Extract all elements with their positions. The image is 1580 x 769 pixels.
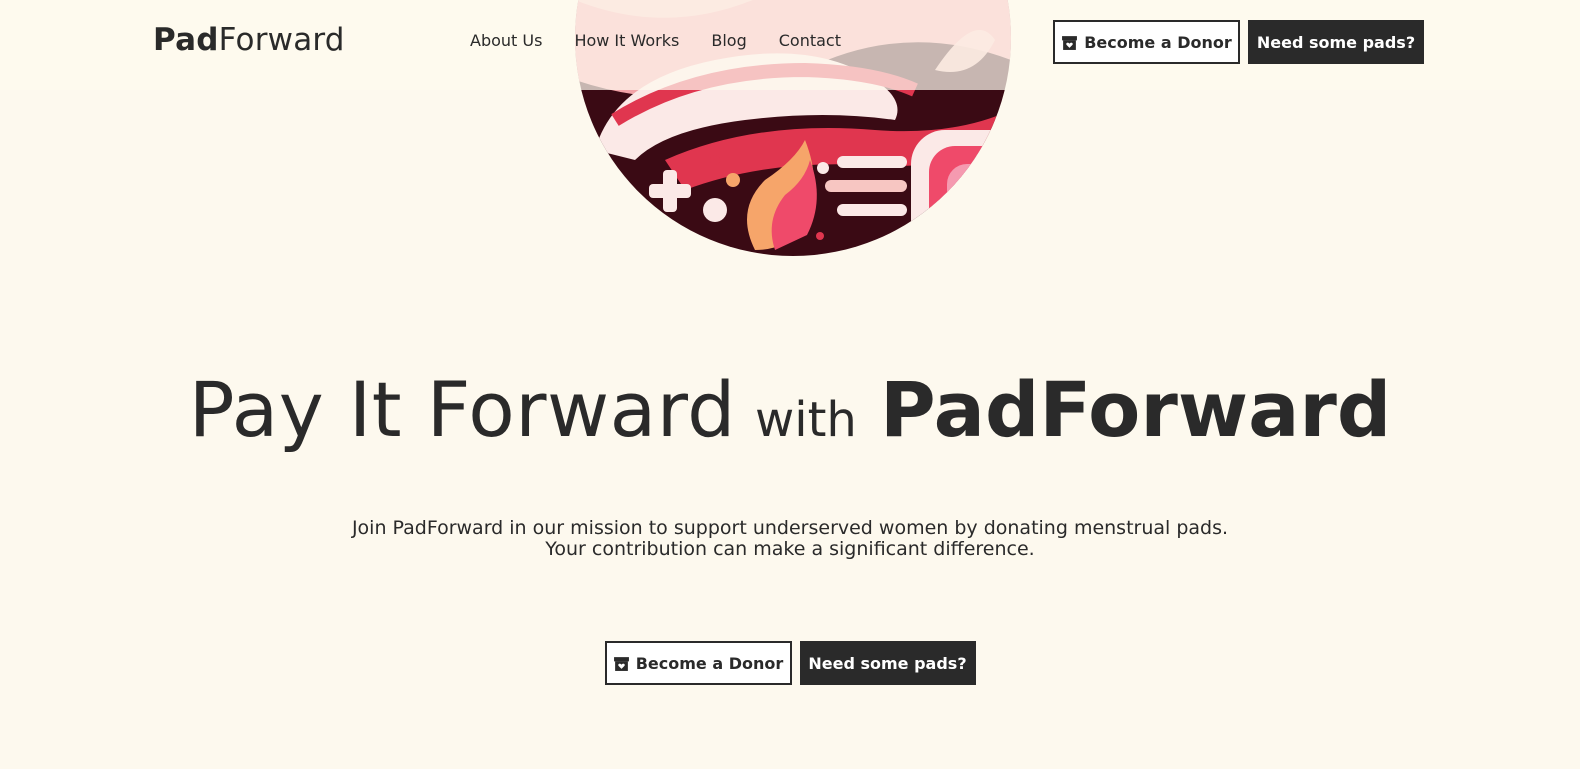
headline-brand: PadForward <box>880 365 1392 454</box>
header-need-pads-label: Need some pads? <box>1256 32 1416 52</box>
hero-cta-row: Become a Donor Need some pads? <box>0 641 1580 685</box>
hero-become-donor-label: Become a Donor <box>635 653 784 673</box>
hero-subtitle: Join PadForward in our mission to suppor… <box>0 518 1580 560</box>
hero-need-pads-label: Need some pads? <box>808 653 967 673</box>
logo[interactable]: PadForward <box>153 22 345 58</box>
header-become-donor-button[interactable]: Become a Donor <box>1053 20 1240 64</box>
hero-need-pads-button[interactable]: Need some pads? <box>799 641 976 685</box>
nav-about-us[interactable]: About Us <box>470 31 542 50</box>
hero-become-donor-button[interactable]: Become a Donor <box>604 641 792 685</box>
logo-light: Forward <box>218 22 345 58</box>
logo-bold: Pad <box>153 22 219 58</box>
subtitle-line-1: Join PadForward in our mission to suppor… <box>351 517 1229 539</box>
header-become-donor-label: Become a Donor <box>1084 32 1232 52</box>
nav-blog[interactable]: Blog <box>711 31 746 50</box>
headline-main: Pay It Forward <box>188 365 736 454</box>
site-header: PadForward About Us How It Works Blog Co… <box>0 0 1580 90</box>
nav-how-it-works[interactable]: How It Works <box>574 31 679 50</box>
hero-headline: Pay It Forward with PadForward <box>0 372 1580 448</box>
header-need-pads-button[interactable]: Need some pads? <box>1248 20 1424 64</box>
gift-box-icon <box>1062 35 1078 50</box>
nav-contact[interactable]: Contact <box>779 31 841 50</box>
subtitle-line-2: Your contribution can make a significant… <box>545 538 1035 560</box>
main-nav: About Us How It Works Blog Contact <box>470 31 873 50</box>
headline-connector: with <box>755 392 857 448</box>
gift-box-icon <box>613 656 629 671</box>
